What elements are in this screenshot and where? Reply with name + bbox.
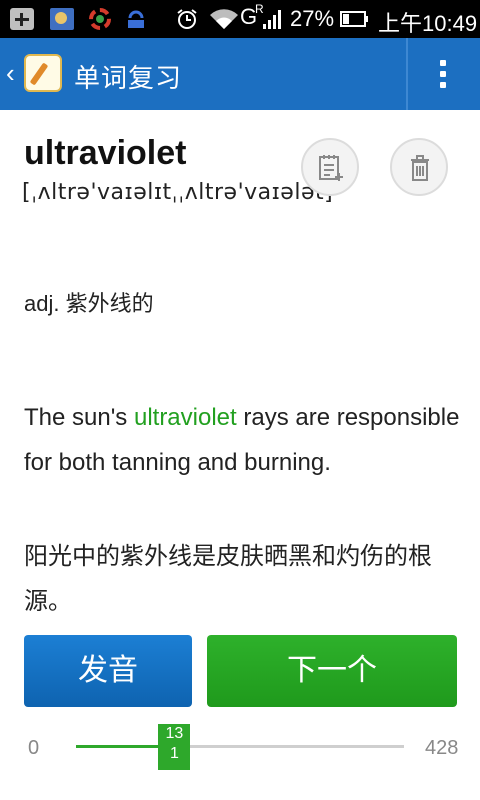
current-position-bottom: 1 (169, 745, 179, 762)
add-notification-icon (10, 8, 34, 30)
slider-thumb[interactable]: 13 1 (158, 724, 191, 770)
trash-icon (411, 155, 429, 181)
current-position-top: 13 (165, 725, 184, 742)
clock: 上午10:49 (378, 11, 478, 36)
overflow-menu-icon (440, 71, 446, 77)
overflow-menu-icon (440, 82, 446, 88)
delete-button[interactable] (390, 138, 448, 196)
slider-min-label: 0 (28, 737, 40, 759)
overflow-menu-button[interactable] (420, 38, 480, 110)
battery-percent: 27% (290, 6, 335, 31)
example-text-before: The sun's (24, 404, 134, 431)
photo-app-icon (50, 8, 74, 30)
add-note-button[interactable] (301, 138, 359, 196)
usb-debug-icon (128, 10, 144, 28)
definition-text: adj. 紫外线的 (24, 291, 154, 316)
app-logo[interactable] (24, 54, 62, 92)
back-chevron-icon[interactable]: ‹ (6, 60, 15, 86)
page-title: 单词复习 (74, 63, 183, 93)
app-bar: ‹ 单词复习 (0, 38, 480, 110)
example-sentence: The sun's ultraviolet rays are responsib… (24, 395, 464, 485)
example-highlighted-word: ultraviolet (133, 404, 237, 431)
next-word-button[interactable]: 下一个 (207, 635, 457, 707)
alarm-icon (177, 9, 197, 29)
overflow-menu-icon (440, 60, 446, 66)
word-heading: ultraviolet (24, 134, 187, 172)
phonetic-text: [ˌʌltrə'vaɪəlɪtˌˌʌltrə'vaɪələt] (22, 180, 334, 205)
appbar-divider (406, 38, 408, 110)
pronounce-button[interactable]: 发音 (24, 635, 192, 707)
status-bar: G R 27% 上午10:49 (0, 0, 480, 38)
battery-icon (340, 11, 368, 27)
notebook-add-icon (319, 155, 343, 181)
signal-icon (263, 10, 281, 29)
slider-max-label: 428 (425, 737, 459, 759)
example-translation: 阳光中的紫外线是皮肤晒黑和灼伤的根源。 (24, 543, 432, 615)
progress-slider[interactable] (76, 745, 404, 748)
wifi-icon (210, 9, 238, 30)
sync-app-icon (89, 8, 111, 30)
